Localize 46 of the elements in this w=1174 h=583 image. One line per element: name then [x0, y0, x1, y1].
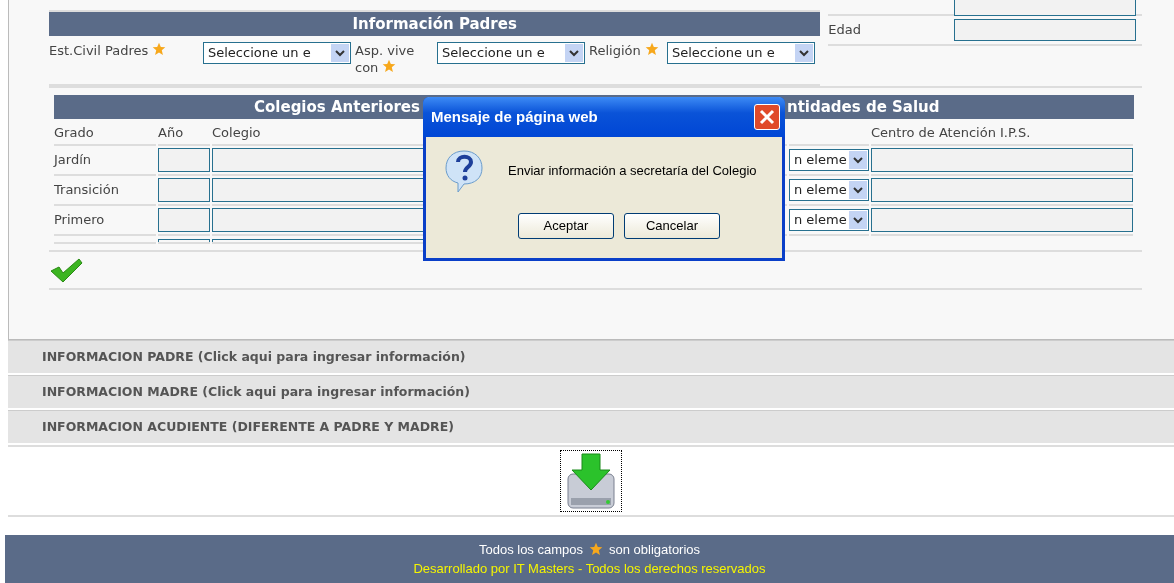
- column-header: Grado: [54, 123, 94, 142]
- chevron-down-icon: [565, 44, 583, 62]
- footer-note: son obligatorios: [609, 540, 701, 559]
- dialog-button[interactable]: Aceptar: [518, 213, 614, 239]
- chevron-down-icon: [849, 151, 867, 169]
- dropdown[interactable]: n eleme: [789, 179, 869, 201]
- grade-label: Transición: [54, 181, 119, 200]
- input-field[interactable]: [954, 19, 1137, 41]
- accordion-header[interactable]: INFORMACION ACUDIENTE (DIFERENTE A PADRE Y MADRE): [8, 410, 1174, 445]
- column-header: Centro de Atención I.P.S.: [871, 123, 1031, 142]
- dropdown[interactable]: n eleme: [789, 149, 869, 171]
- input-field[interactable]: [158, 178, 210, 202]
- field-label: Asp. vive con: [355, 42, 416, 76]
- star-icon: [589, 542, 603, 557]
- column-header: Colegio: [212, 123, 261, 142]
- dropdown[interactable]: Seleccione un e: [437, 42, 585, 64]
- column-header: Año: [158, 123, 184, 142]
- input-field[interactable]: [871, 148, 1133, 172]
- dialog-message: Enviar información a secretaría del Colegio: [508, 162, 757, 181]
- input-field[interactable]: [871, 208, 1133, 232]
- input-field[interactable]: [954, 0, 1137, 16]
- save-button[interactable]: [560, 450, 622, 512]
- checkmark-icon[interactable]: [49, 257, 83, 283]
- grade-label: Primero: [54, 211, 105, 230]
- footer-note: Todos los campos: [478, 540, 583, 559]
- credit-text: Desarrollado por IT Masters - Todos los derechos reservados: [413, 560, 766, 578]
- field-label: Edad: [828, 21, 862, 40]
- input-field[interactable]: [158, 208, 210, 232]
- accordion-header[interactable]: INFORMACION PADRE (Click aqui para ingresar información): [8, 340, 1174, 375]
- input-field[interactable]: [871, 178, 1133, 202]
- accordion-header[interactable]: INFORMACION MADRE (Click aqui para ingresar información): [8, 375, 1174, 410]
- dropdown[interactable]: n eleme: [789, 209, 869, 231]
- chevron-down-icon: [795, 44, 813, 62]
- chevron-down-icon: [331, 44, 349, 62]
- chevron-down-icon: [849, 181, 867, 199]
- close-button[interactable]: [754, 104, 780, 130]
- dialog-button[interactable]: Cancelar: [624, 213, 720, 239]
- dropdown[interactable]: Seleccione un e: [203, 42, 351, 64]
- question-icon: [444, 149, 484, 193]
- dropdown[interactable]: Seleccione un e: [667, 42, 815, 64]
- chevron-down-icon: [849, 211, 867, 229]
- section-title: Información Padres: [49, 12, 821, 36]
- input-field[interactable]: [158, 148, 210, 172]
- grade-label: Jardín: [54, 151, 92, 170]
- field-label: Religión: [589, 42, 663, 59]
- field-label: Est.Civil Padres: [49, 42, 199, 59]
